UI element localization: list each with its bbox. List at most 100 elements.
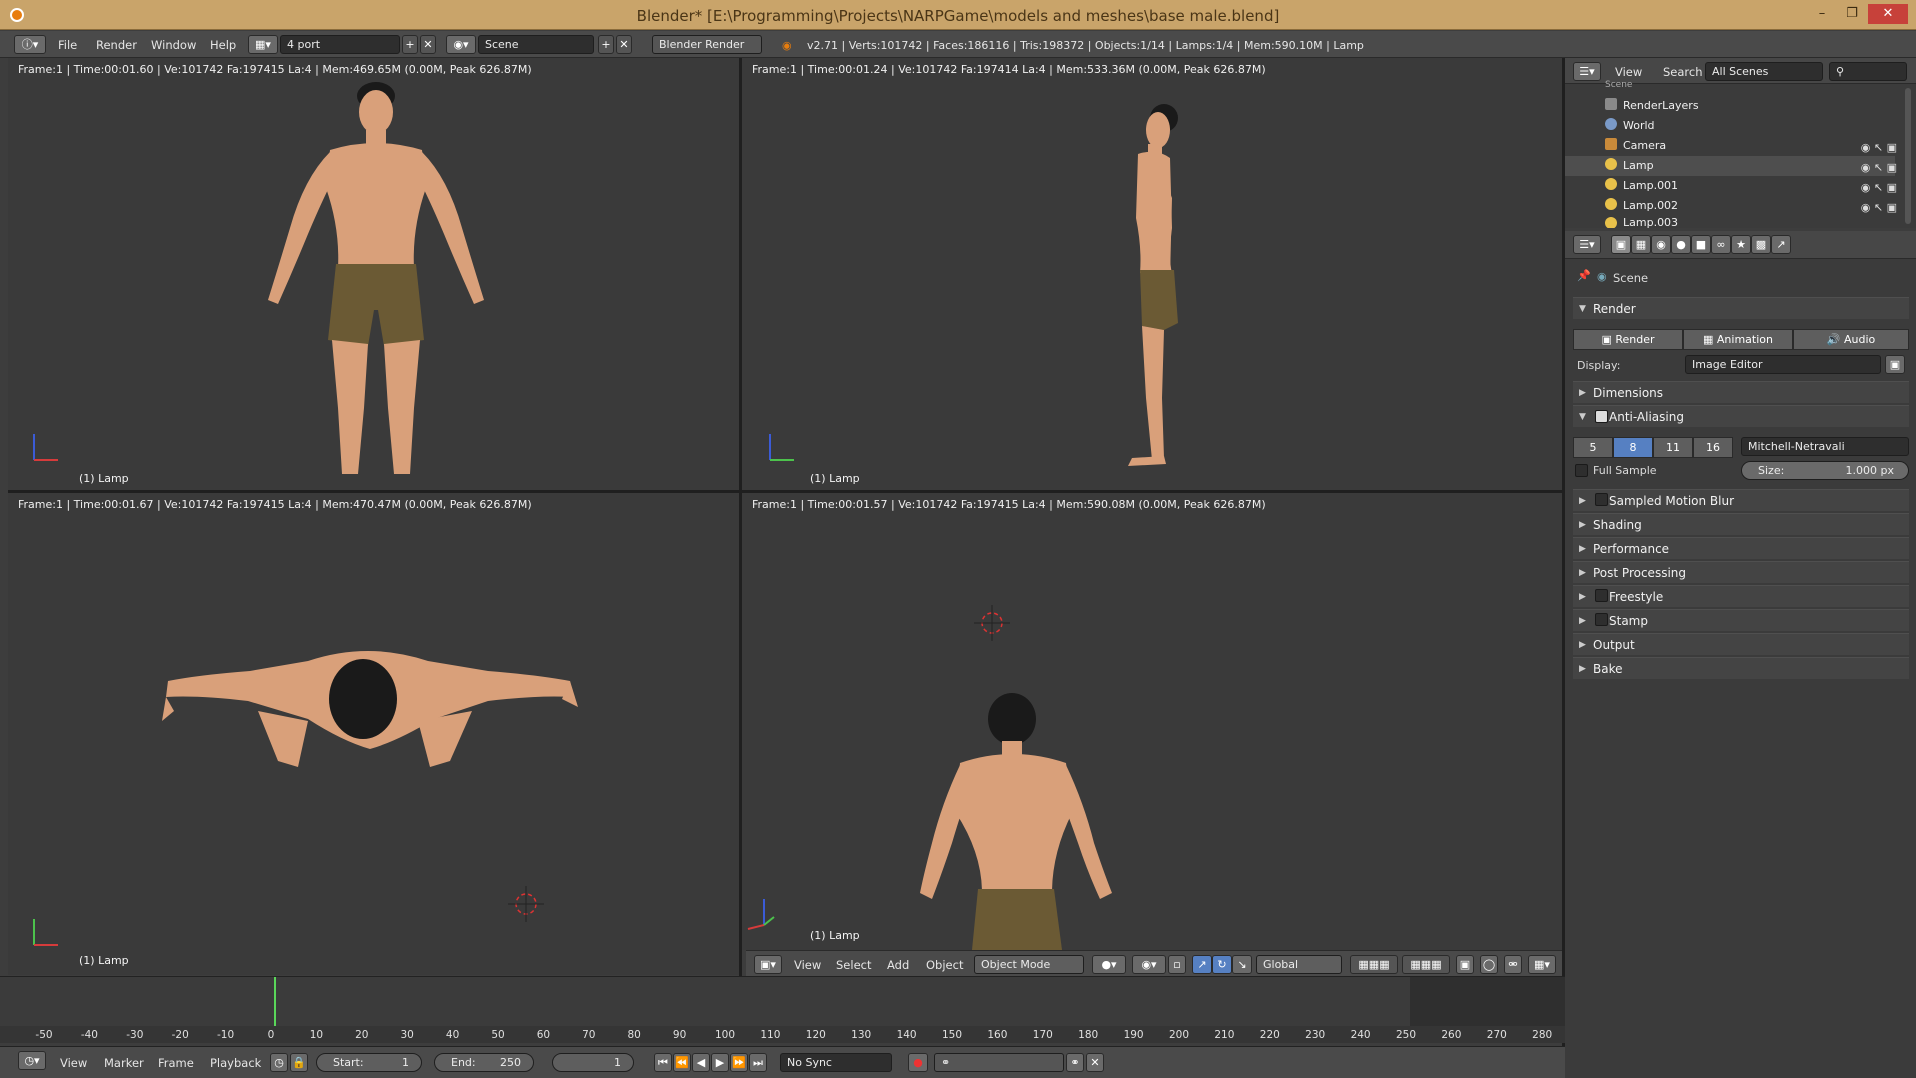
keying-set-field[interactable]: ⚭	[934, 1053, 1064, 1072]
panel-freestyle[interactable]: ▶ Freestyle	[1573, 585, 1909, 607]
outliner-display-mode-select[interactable]: All Scenes	[1705, 62, 1823, 81]
outliner-menu-view[interactable]: View	[1615, 65, 1642, 79]
screen-layout-field[interactable]: 4 port	[280, 35, 400, 54]
outliner-scrollbar[interactable]	[1905, 88, 1911, 224]
render-button[interactable]: ▣ Render	[1573, 329, 1683, 350]
panel-anti-aliasing[interactable]: ▼ Anti-Aliasing	[1573, 405, 1909, 427]
end-frame-field[interactable]: End: 250	[434, 1053, 534, 1072]
animation-button[interactable]: ▦ Animation	[1683, 329, 1793, 350]
menu-add[interactable]: Add	[887, 958, 909, 972]
pivot-point-icon[interactable]: ◉▾	[1132, 955, 1166, 974]
transform-orientation-select[interactable]: Global	[1256, 955, 1342, 974]
menu-window[interactable]: Window	[151, 38, 196, 52]
motion-blur-checkbox[interactable]	[1595, 493, 1608, 506]
insert-keyframe-icon[interactable]: ⚭	[1066, 1053, 1084, 1072]
scene-field[interactable]: Scene	[478, 35, 594, 54]
pin-icon[interactable]: 📌	[1577, 269, 1591, 282]
display-window-icon[interactable]: ▣	[1885, 355, 1905, 374]
viewport-perspective[interactable]: Frame:1 | Time:00:01.57 | Ve:101742 Fa:1…	[742, 493, 1562, 950]
outliner-search-input[interactable]: ⚲	[1829, 62, 1907, 81]
scene-icon[interactable]: ◉▾	[446, 35, 476, 54]
object-mode-select[interactable]: Object Mode	[974, 955, 1084, 974]
remove-screen-icon[interactable]: ✕	[420, 35, 436, 54]
jump-start-icon[interactable]: ⏮	[654, 1053, 672, 1072]
data-tab-icon[interactable]: ★	[1731, 235, 1751, 254]
area-divider-vertical[interactable]	[739, 58, 742, 976]
lock-layers-icon[interactable]: ▣	[1456, 955, 1474, 974]
jump-end-icon[interactable]: ⏭	[749, 1053, 767, 1072]
viewport-shading-icon[interactable]: ●▾	[1092, 955, 1126, 974]
editor-type-outliner-icon[interactable]: ☰▾	[1573, 62, 1601, 81]
record-icon[interactable]: ●	[908, 1053, 928, 1072]
render-engine-select[interactable]: Blender Render	[652, 35, 762, 54]
menu-object[interactable]: Object	[926, 958, 963, 972]
play-reverse-icon[interactable]: ◀	[692, 1053, 710, 1072]
layer-buttons-1[interactable]: ▦▦▦	[1350, 955, 1398, 974]
minimize-button[interactable]: –	[1808, 4, 1836, 24]
menu-render[interactable]: Render	[96, 38, 137, 52]
physics-tab-icon[interactable]: ↗	[1771, 235, 1791, 254]
scale-manipulator-icon[interactable]: ↘	[1232, 955, 1252, 974]
manipulator-toggle-icon[interactable]: ▫	[1168, 955, 1186, 974]
constraints-tab-icon[interactable]: ∞	[1711, 235, 1731, 254]
panel-dimensions[interactable]: ▶ Dimensions	[1573, 381, 1909, 403]
play-icon[interactable]: ▶	[711, 1053, 729, 1072]
add-scene-icon[interactable]: +	[598, 35, 614, 54]
lock-range-icon[interactable]: 🔒	[290, 1053, 308, 1072]
stamp-checkbox[interactable]	[1595, 613, 1608, 626]
menu-view[interactable]: View	[794, 958, 821, 972]
current-frame-indicator[interactable]	[274, 977, 276, 1027]
aa-samples-5[interactable]: 5	[1573, 437, 1613, 458]
timeline-ruler[interactable]: -50 -40 -30 -20 -10 0 10 20 30 40 50 60 70 80 90 100 110…	[0, 1026, 1565, 1043]
screen-layout-icon[interactable]: ▦▾	[248, 35, 278, 54]
aa-samples-16[interactable]: 16	[1693, 437, 1733, 458]
preview-range-icon[interactable]: ◷	[270, 1053, 288, 1072]
outliner-item-world[interactable]: World	[1565, 116, 1895, 136]
snap-element-icon[interactable]: ▦▾	[1528, 955, 1556, 974]
outliner-item-renderlayers[interactable]: RenderLayers	[1565, 96, 1895, 116]
filter-size-field[interactable]: Size: 1.000 px	[1741, 461, 1909, 480]
jump-keyframe-forward-icon[interactable]: ⏩	[730, 1053, 748, 1072]
full-sample-checkbox[interactable]	[1575, 464, 1588, 477]
world-tab-icon[interactable]: ●	[1671, 235, 1691, 254]
panel-stamp[interactable]: ▶ Stamp	[1573, 609, 1909, 631]
render-tab-icon[interactable]: ▣	[1611, 235, 1631, 254]
area-divider-horizontal[interactable]	[8, 490, 1562, 493]
translate-manipulator-icon[interactable]: ↗	[1192, 955, 1212, 974]
aa-samples-8[interactable]: 8	[1613, 437, 1653, 458]
menu-help[interactable]: Help	[210, 38, 236, 52]
timeline-menu-playback[interactable]: Playback	[210, 1056, 261, 1070]
panel-shading[interactable]: ▶ Shading	[1573, 513, 1909, 535]
texture-tab-icon[interactable]: ▩	[1751, 235, 1771, 254]
sync-mode-select[interactable]: No Sync	[780, 1053, 892, 1072]
timeline-menu-frame[interactable]: Frame	[158, 1056, 194, 1070]
anti-aliasing-checkbox[interactable]	[1595, 410, 1608, 423]
display-select[interactable]: Image Editor	[1685, 355, 1881, 374]
jump-keyframe-back-icon[interactable]: ⏪	[673, 1053, 691, 1072]
scene-tab-icon[interactable]: ◉	[1651, 235, 1671, 254]
editor-type-info-icon[interactable]: ⓘ▾	[14, 35, 46, 54]
panel-output[interactable]: ▶ Output	[1573, 633, 1909, 655]
object-tab-icon[interactable]: ■	[1691, 235, 1711, 254]
snap-icon[interactable]: ⚮	[1504, 955, 1522, 974]
delete-keyframe-icon[interactable]: ✕	[1086, 1053, 1104, 1072]
aa-samples-11[interactable]: 11	[1653, 437, 1693, 458]
timeline-menu-view[interactable]: View	[60, 1056, 87, 1070]
start-frame-field[interactable]: Start: 1	[316, 1053, 422, 1072]
timeline-menu-marker[interactable]: Marker	[104, 1056, 144, 1070]
panel-bake[interactable]: ▶ Bake	[1573, 657, 1909, 679]
panel-performance[interactable]: ▶ Performance	[1573, 537, 1909, 559]
audio-button[interactable]: 🔊 Audio	[1793, 329, 1909, 350]
visibility-toggles[interactable]: ◉ ↖ ▣ ◉ ↖ ▣ ◉ ↖ ▣ ◉ ↖ ▣	[1837, 138, 1897, 224]
menu-select[interactable]: Select	[836, 958, 871, 972]
aa-filter-select[interactable]: Mitchell-Netravali	[1741, 437, 1909, 456]
remove-scene-icon[interactable]: ✕	[616, 35, 632, 54]
layer-buttons-2[interactable]: ▦▦▦	[1402, 955, 1450, 974]
renderlayers-tab-icon[interactable]: ▦	[1631, 235, 1651, 254]
editor-type-timeline-icon[interactable]: ◷▾	[18, 1051, 46, 1070]
panel-sampled-motion-blur[interactable]: ▶ Sampled Motion Blur	[1573, 489, 1909, 511]
render-preview-icon[interactable]: ◯	[1480, 955, 1498, 974]
freestyle-checkbox[interactable]	[1595, 589, 1608, 602]
outliner-scene-row[interactable]: Scene	[1605, 80, 1916, 90]
rotate-manipulator-icon[interactable]: ↻	[1212, 955, 1232, 974]
